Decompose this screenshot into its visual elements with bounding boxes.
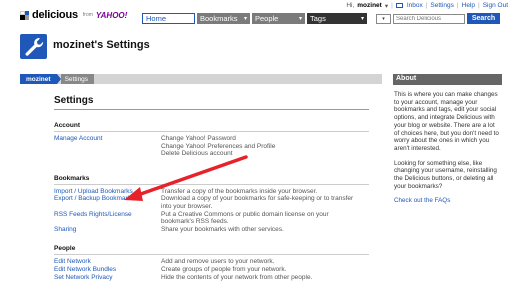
search-button[interactable]: Search bbox=[467, 13, 500, 24]
divider: | bbox=[478, 2, 480, 9]
settings-row: Manage Account Change Yahoo! Password bbox=[54, 135, 369, 143]
page-title: mozinet's Settings bbox=[53, 39, 150, 51]
settings-row: Set Network Privacy Hide the contents of… bbox=[54, 274, 369, 282]
sidebar-paragraph: Looking for something else, like changin… bbox=[394, 159, 497, 190]
logo-wordmark: delicious bbox=[32, 9, 78, 21]
settings-row: Change Yahoo! Preferences and Profile bbox=[54, 143, 369, 151]
nav-home-tab[interactable]: Home bbox=[142, 13, 195, 24]
settings-heading: Settings bbox=[54, 95, 369, 110]
row-description: Create groups of people from your networ… bbox=[161, 265, 287, 273]
chevron-down-icon: ▾ bbox=[298, 16, 302, 22]
delicious-logo-icon bbox=[20, 10, 29, 20]
breadcrumb: mozinet Settings bbox=[20, 74, 382, 84]
yahoo-logo: YAHOO! bbox=[95, 10, 128, 20]
logo-from-text: from bbox=[82, 12, 93, 18]
nav-bookmarks-tab[interactable]: Bookmarks ▾ bbox=[197, 13, 250, 24]
settings-row: Export / Backup Bookmarks Download a cop… bbox=[54, 195, 369, 203]
row-description: Delete Delicious account bbox=[161, 150, 233, 158]
row-link-empty bbox=[54, 143, 161, 151]
sidebar-body: This is where you can make changes to yo… bbox=[393, 85, 502, 205]
settings-row: Edit Network Add and remove users to you… bbox=[54, 258, 369, 266]
row-link-empty bbox=[54, 218, 161, 226]
divider: | bbox=[456, 2, 459, 9]
bookmarks-section: Bookmarks Import / Upload Bookmarks Tran… bbox=[54, 175, 369, 234]
user-bar: Hi, mozinet ▾ | Inbox | Settings | Help … bbox=[346, 1, 508, 10]
sidebar-paragraph: This is where you can make changes to yo… bbox=[394, 91, 499, 152]
faq-link[interactable]: Check out the FAQs bbox=[394, 197, 450, 204]
settings-row: Delete Delicious account bbox=[54, 150, 369, 158]
settings-main: Settings Account Manage Account Change Y… bbox=[54, 95, 369, 281]
breadcrumb-current: Settings bbox=[60, 74, 95, 84]
row-description: Transfer a copy of the bookmarks inside … bbox=[161, 187, 318, 195]
row-link-empty bbox=[54, 150, 161, 158]
row-link-empty bbox=[54, 203, 161, 211]
row-description: into your browser. bbox=[161, 202, 213, 210]
edit-network-link[interactable]: Edit Network bbox=[54, 258, 161, 266]
chevron-down-icon: ▾ bbox=[243, 16, 247, 22]
nav-bookmarks-label: Bookmarks bbox=[200, 14, 238, 23]
delicious-logo[interactable]: delicious from YAHOO! bbox=[20, 9, 127, 21]
search-input[interactable] bbox=[393, 13, 465, 24]
settings-row: Import / Upload Bookmarks Transfer a cop… bbox=[54, 188, 369, 196]
nav-tags-tab[interactable]: Tags ▾ bbox=[307, 13, 367, 24]
rss-license-link[interactable]: RSS Feeds Rights/License bbox=[54, 211, 161, 219]
divider: | bbox=[391, 2, 393, 9]
network-privacy-link[interactable]: Set Network Privacy bbox=[54, 274, 161, 282]
search-bar: ▾ Search bbox=[376, 13, 500, 24]
settings-row: RSS Feeds Rights/License Put a Creative … bbox=[54, 211, 369, 219]
settings-row: into your browser. bbox=[54, 203, 369, 211]
row-description: Change Yahoo! Preferences and Profile bbox=[161, 142, 276, 150]
settings-link[interactable]: Settings bbox=[430, 2, 454, 9]
about-sidebar: About This is where you can make changes… bbox=[393, 74, 502, 205]
nav-tags-label: Tags bbox=[310, 14, 326, 23]
sidebar-heading: About bbox=[393, 74, 502, 85]
import-bookmarks-link[interactable]: Import / Upload Bookmarks bbox=[54, 188, 161, 196]
manage-account-link[interactable]: Manage Account bbox=[54, 135, 161, 143]
row-description: bookmark's RSS feeds. bbox=[161, 218, 229, 226]
row-description: Put a Creative Commons or public domain … bbox=[161, 210, 329, 218]
search-scope-select[interactable]: ▾ bbox=[376, 13, 391, 24]
row-description: Hide the contents of your network from o… bbox=[161, 273, 313, 281]
section-title: People bbox=[54, 245, 369, 256]
section-title: Account bbox=[54, 122, 369, 132]
sign-out-link[interactable]: Sign Out bbox=[483, 2, 508, 9]
export-bookmarks-link[interactable]: Export / Backup Bookmarks bbox=[54, 195, 161, 203]
breadcrumb-user[interactable]: mozinet bbox=[20, 74, 57, 84]
user-dropdown-icon[interactable]: ▾ bbox=[385, 2, 388, 10]
settings-row: Edit Network Bundles Create groups of pe… bbox=[54, 266, 369, 274]
mail-icon bbox=[395, 3, 403, 8]
settings-row: Sharing Share your bookmarks with other … bbox=[54, 226, 369, 234]
chevron-down-icon: ▾ bbox=[360, 16, 364, 22]
nav-home-label: Home bbox=[146, 14, 167, 23]
people-section: People Edit Network Add and remove users… bbox=[54, 245, 369, 281]
section-title: Bookmarks bbox=[54, 175, 369, 185]
row-description: Download a copy of your bookmarks for sa… bbox=[161, 195, 354, 203]
nav-people-tab[interactable]: People ▾ bbox=[252, 13, 305, 24]
help-link[interactable]: Help bbox=[462, 2, 475, 9]
main-nav: Home Bookmarks ▾ People ▾ Tags ▾ bbox=[142, 13, 369, 24]
wrench-icon bbox=[20, 34, 47, 59]
row-description: Add and remove users to your network. bbox=[161, 258, 275, 266]
row-description: Change Yahoo! Password bbox=[161, 135, 236, 142]
greeting-text: Hi, bbox=[346, 2, 355, 9]
settings-row: bookmark's RSS feeds. bbox=[54, 218, 369, 226]
divider: | bbox=[425, 2, 428, 9]
inbox-link[interactable]: Inbox bbox=[407, 2, 423, 9]
row-description: Share your bookmarks with other services… bbox=[161, 225, 284, 233]
sharing-link[interactable]: Sharing bbox=[54, 226, 161, 234]
account-section: Account Manage Account Change Yahoo! Pas… bbox=[54, 122, 369, 158]
edit-network-bundles-link[interactable]: Edit Network Bundles bbox=[54, 266, 161, 274]
nav-people-label: People bbox=[255, 14, 279, 23]
username-menu[interactable]: mozinet bbox=[357, 2, 382, 9]
